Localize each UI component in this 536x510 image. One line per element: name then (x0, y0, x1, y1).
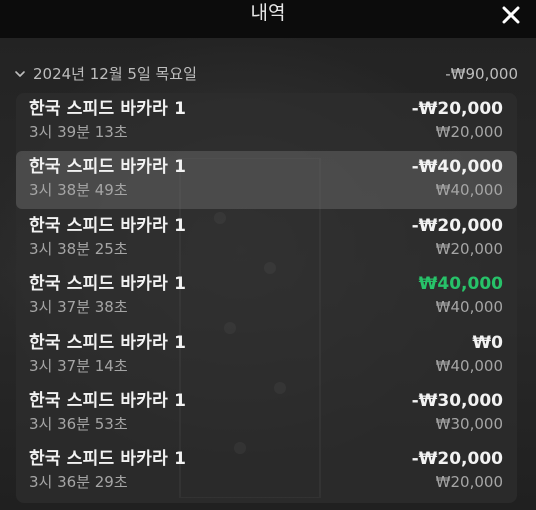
round-result: ₩40,000 (418, 274, 503, 294)
round-time: 3시 37분 14초 (29, 357, 128, 375)
round-time: 3시 36분 53초 (29, 415, 128, 433)
game-name: 한국 스피드 바카라 1 (29, 157, 187, 177)
round-result: ₩0 (472, 333, 503, 353)
round-result: -₩40,000 (411, 157, 503, 177)
history-row[interactable]: 한국 스피드 바카라 1 3시 39분 13초 -₩20,000 ₩20,000 (16, 93, 517, 151)
history-row[interactable]: 한국 스피드 바카라 1 3시 36분 53초 -₩30,000 ₩30,000 (16, 385, 517, 443)
history-list: 한국 스피드 바카라 1 3시 39분 13초 -₩20,000 ₩20,000… (16, 93, 517, 503)
round-result: -₩30,000 (411, 391, 503, 411)
history-row[interactable]: 한국 스피드 바카라 1 3시 36분 29초 -₩20,000 ₩20,000 (16, 443, 517, 501)
round-result: -₩20,000 (411, 449, 503, 469)
game-name: 한국 스피드 바카라 1 (29, 333, 187, 353)
game-name: 한국 스피드 바카라 1 (29, 99, 187, 119)
bet-amount: ₩40,000 (435, 298, 503, 316)
bet-amount: ₩40,000 (435, 181, 503, 199)
history-row[interactable]: 한국 스피드 바카라 1 3시 37분 14초 ₩0 ₩40,000 (16, 327, 517, 385)
game-name: 한국 스피드 바카라 1 (29, 391, 187, 411)
close-button[interactable] (500, 4, 522, 26)
header-bar: 내역 (0, 0, 536, 38)
bet-amount: ₩40,000 (435, 357, 503, 375)
round-result: -₩20,000 (411, 216, 503, 236)
history-window: 내역 2024년 12월 5일 목요일 -₩90,000 한국 스피드 바카라 … (0, 0, 536, 510)
round-time: 3시 37분 38초 (29, 298, 128, 316)
round-time: 3시 36분 29초 (29, 473, 128, 491)
round-result: -₩20,000 (411, 99, 503, 119)
bet-amount: ₩30,000 (435, 415, 503, 433)
date-label: 2024년 12월 5일 목요일 (33, 65, 197, 83)
bet-amount: ₩20,000 (435, 240, 503, 258)
bet-amount: ₩20,000 (435, 123, 503, 141)
history-row[interactable]: 한국 스피드 바카라 1 3시 38분 49초 -₩40,000 ₩40,000 (16, 151, 517, 209)
bet-amount: ₩20,000 (435, 473, 503, 491)
history-row[interactable]: 한국 스피드 바카라 1 3시 37분 38초 ₩40,000 ₩40,000 (16, 268, 517, 326)
game-name: 한국 스피드 바카라 1 (29, 449, 187, 469)
round-time: 3시 38분 25초 (29, 240, 128, 258)
game-name: 한국 스피드 바카라 1 (29, 216, 187, 236)
page-title: 내역 (250, 2, 286, 24)
history-row[interactable]: 한국 스피드 바카라 1 3시 38분 25초 -₩20,000 ₩20,000 (16, 210, 517, 268)
chevron-down-icon (15, 71, 25, 77)
round-time: 3시 38분 49초 (29, 181, 128, 199)
close-icon (502, 6, 520, 24)
date-group-header[interactable]: 2024년 12월 5일 목요일 -₩90,000 (14, 62, 518, 86)
round-time: 3시 39분 13초 (29, 123, 128, 141)
game-name: 한국 스피드 바카라 1 (29, 274, 187, 294)
date-total: -₩90,000 (445, 65, 518, 83)
